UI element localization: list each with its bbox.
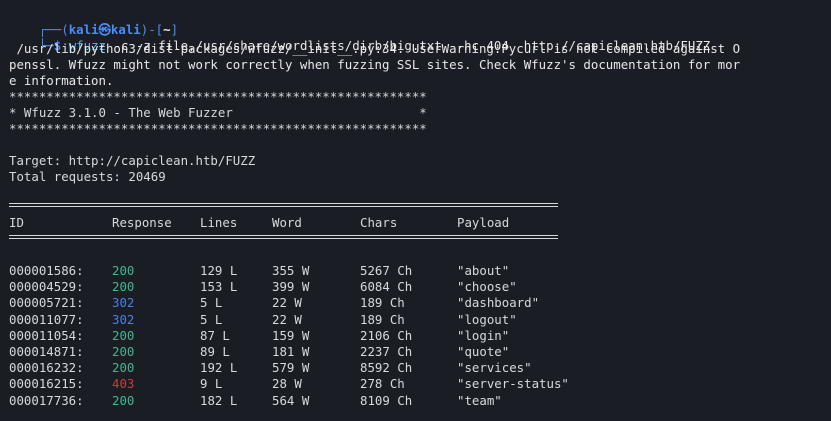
cell-response: 200 (112, 327, 135, 343)
cell-chars: 278 Ch (360, 376, 405, 392)
warning-line-2: penssl. Wfuzz might not work correctly w… (9, 57, 741, 72)
cell-word: 564 W (272, 392, 310, 408)
target-line: Target: http://capiclean.htb/FUZZ (9, 153, 256, 168)
cell-id: 000004529: (9, 279, 84, 295)
header-payload: Payload (457, 215, 510, 230)
cell-chars: 6084 Ch (360, 279, 413, 295)
cell-chars: 2237 Ch (360, 344, 413, 359)
header-chars: Chars (360, 215, 398, 230)
cell-response: 302 (112, 311, 135, 327)
header-response: Response (112, 215, 172, 230)
cell-response: 403 (112, 376, 135, 392)
cell-chars: 5267 Ch (360, 263, 413, 278)
cell-payload: "services" (457, 360, 532, 376)
cell-payload: "logout" (457, 311, 517, 327)
total-requests-line: Total requests: 20469 (9, 169, 166, 184)
table-header-rule-a (9, 235, 558, 236)
cell-payload: "quote" (457, 344, 510, 359)
cell-lines: 129 L (200, 263, 238, 278)
cell-word: 399 W (272, 279, 310, 295)
cell-payload: "about" (457, 263, 510, 278)
cell-lines: 9 L (200, 376, 223, 392)
cell-word: 159 W (272, 327, 310, 343)
banner-border-bottom: ****************************************… (9, 121, 427, 136)
cell-lines: 87 L (200, 327, 230, 343)
table-header-rule-b (9, 238, 558, 239)
cell-word: 22 W (272, 295, 302, 311)
warning-line-1: /usr/lib/python3/dist-packages/wfuzz/__i… (9, 41, 741, 56)
warning-line-3: e information. (9, 73, 114, 88)
cell-word: 579 W (272, 360, 310, 376)
header-word: Word (272, 215, 302, 230)
cell-id: 000016232: (9, 360, 84, 376)
cell-lines: 153 L (200, 279, 238, 295)
cell-id: 000005721: (9, 295, 84, 311)
cell-word: 181 W (272, 344, 310, 359)
cell-payload: "choose" (457, 279, 517, 295)
cell-payload: "dashboard" (457, 295, 540, 311)
cell-chars: 2106 Ch (360, 327, 413, 343)
cell-lines: 192 L (200, 360, 238, 376)
cell-response: 200 (112, 279, 135, 295)
cell-id: 000011077: (9, 311, 84, 327)
table-top-rule-a (9, 203, 558, 204)
banner-border-top: ****************************************… (9, 89, 427, 104)
header-lines: Lines (200, 215, 238, 230)
command-line[interactable]: └─$ wfuzz -c -z file,/usr/share/wordlist… (9, 22, 710, 53)
cell-id: 000011054: (9, 327, 84, 343)
cell-payload: "login" (457, 327, 510, 343)
cell-id: 000016215: (9, 376, 84, 392)
cell-id: 000001586: (9, 263, 84, 278)
cell-word: 355 W (272, 263, 310, 278)
cell-lines: 5 L (200, 311, 223, 327)
cell-id: 000014871: (9, 344, 84, 359)
cell-word: 22 W (272, 311, 302, 327)
cell-response: 200 (112, 263, 135, 278)
cell-lines: 182 L (200, 392, 238, 408)
terminal-window[interactable]: ┌──(kali㉿kali)-[~] └─$ wfuzz -c -z file,… (0, 0, 831, 421)
cell-chars: 8592 Ch (360, 360, 413, 376)
cell-chars: 8109 Ch (360, 392, 413, 408)
cell-payload: "server-status" (457, 376, 569, 392)
prompt-line: ┌──(kali㉿kali)-[~] (9, 6, 178, 37)
header-id: ID (9, 215, 24, 230)
cell-response: 200 (112, 392, 135, 408)
banner-title: * Wfuzz 3.1.0 - The Web Fuzzer * (9, 105, 427, 120)
cell-chars: 189 Ch (360, 295, 405, 311)
cell-word: 28 W (272, 376, 302, 392)
cell-id: 000017736: (9, 392, 84, 408)
cell-response: 302 (112, 295, 135, 311)
cell-lines: 5 L (200, 295, 223, 311)
cell-payload: "team" (457, 392, 502, 408)
cell-response: 200 (112, 360, 135, 376)
cell-lines: 89 L (200, 344, 230, 359)
cell-chars: 189 Ch (360, 311, 405, 327)
cell-response: 200 (112, 344, 135, 359)
table-top-rule-b (9, 206, 558, 207)
